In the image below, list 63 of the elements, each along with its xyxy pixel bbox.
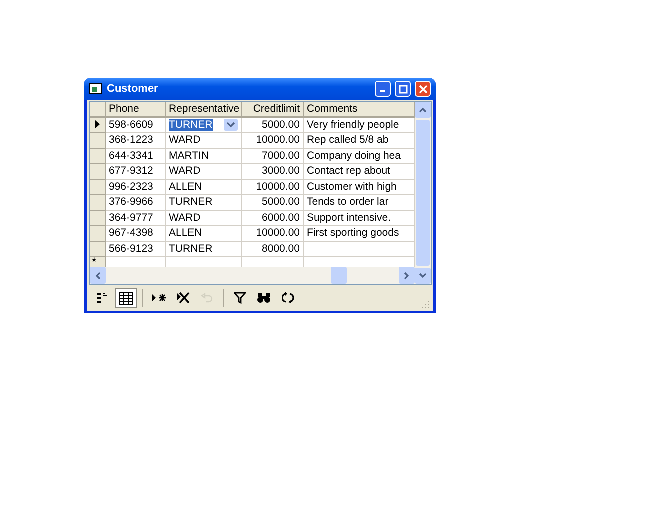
grid-icon xyxy=(119,292,133,304)
window-title: Customer xyxy=(107,83,160,95)
table-cell: 7000.00 xyxy=(242,148,304,164)
table-cell: 10000.00 xyxy=(242,133,304,148)
table-cell: 967-4398 xyxy=(106,226,166,242)
caret-left-icon xyxy=(95,272,101,280)
table-cell: 996-2323 xyxy=(106,180,166,195)
scroll-down-button[interactable] xyxy=(415,268,431,284)
grid-view-button[interactable] xyxy=(115,288,137,308)
table-cell: ALLEN xyxy=(166,180,242,195)
column-header[interactable]: Creditlimit xyxy=(242,102,304,118)
table-cell: 8000.00 xyxy=(242,242,304,257)
table-cell: ALLEN xyxy=(166,226,242,242)
scroll-up-button[interactable] xyxy=(415,102,431,118)
undo-icon xyxy=(201,293,213,303)
horizontal-scrollbar[interactable] xyxy=(90,267,415,284)
table-cell: 566-9123 xyxy=(106,242,166,257)
table-cell: TURNER xyxy=(166,242,242,257)
table-cell: 376-9966 xyxy=(106,195,166,210)
scroll-thumb[interactable] xyxy=(331,267,347,284)
form-view-icon xyxy=(96,292,108,304)
current-row-icon xyxy=(95,120,100,130)
table-cell: 644-3341 xyxy=(106,148,166,164)
new-row-marker[interactable]: * xyxy=(90,257,106,267)
table-cell: WARD xyxy=(166,210,242,226)
add-row-icon xyxy=(151,293,167,303)
column-header[interactable]: Phone xyxy=(106,102,166,118)
window-app-icon xyxy=(89,82,103,96)
refresh-icon xyxy=(282,292,294,304)
scroll-thumb[interactable] xyxy=(416,120,430,266)
table-cell: 598-6609 xyxy=(106,118,166,133)
caret-right-icon xyxy=(404,272,410,280)
representative-dropdown[interactable]: TURNER xyxy=(166,118,242,133)
table-cell: 364-9777 xyxy=(106,210,166,226)
vertical-scrollbar[interactable] xyxy=(415,102,431,284)
table-cell: TURNER xyxy=(166,195,242,210)
table-cell: 677-9312 xyxy=(106,164,166,180)
caret-down-icon xyxy=(419,273,427,279)
close-icon xyxy=(418,84,428,94)
row-selector[interactable] xyxy=(90,118,106,133)
scroll-left-button[interactable] xyxy=(90,267,106,284)
table-cell: WARD xyxy=(166,164,242,180)
resize-grip-icon[interactable] xyxy=(421,300,430,309)
table-cell: 3000.00 xyxy=(242,164,304,180)
maximize-icon xyxy=(398,84,408,94)
table-cell: 6000.00 xyxy=(242,210,304,226)
table-cell: MARTIN xyxy=(166,148,242,164)
table-cell: 368-1223 xyxy=(106,133,166,148)
minimize-button[interactable] xyxy=(375,81,391,97)
binoculars-icon xyxy=(257,292,271,304)
table-cell: 5000.00 xyxy=(242,118,304,133)
table-cell: 10000.00 xyxy=(242,180,304,195)
table-cell: 10000.00 xyxy=(242,226,304,242)
column-header[interactable]: Comments xyxy=(304,102,415,118)
delete-row-icon xyxy=(176,292,190,304)
scroll-right-button[interactable] xyxy=(399,267,415,284)
close-button[interactable] xyxy=(415,81,431,97)
table-cell: WARD xyxy=(166,133,242,148)
column-header[interactable]: Representative xyxy=(166,102,242,118)
filter-icon xyxy=(234,292,246,304)
table-cell: 5000.00 xyxy=(242,195,304,210)
caret-up-icon xyxy=(419,107,427,113)
maximize-button[interactable] xyxy=(395,81,411,97)
